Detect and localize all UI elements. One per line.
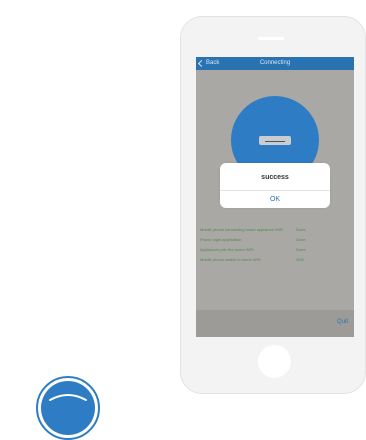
list-item: Mobile phone connecting home appliance W…	[200, 227, 318, 232]
step-status: 30%	[296, 257, 305, 262]
logo-icon	[36, 376, 100, 440]
step-status: Done	[296, 247, 306, 252]
step-status: Done	[296, 237, 306, 242]
step-status: Done	[296, 227, 306, 232]
navigation-bar: Back Connecting	[196, 57, 354, 70]
home-button[interactable]	[258, 345, 291, 378]
list-item: Appliances join the home WiFi Done	[200, 247, 318, 252]
dialog-message: success	[261, 174, 289, 181]
connection-steps-list: Mobile phone connecting home appliance W…	[200, 227, 318, 267]
quit-button[interactable]: Quit	[337, 319, 348, 325]
app-screen: Back Connecting Mobile phone connecting …	[196, 57, 354, 337]
list-item: Phone login application Done	[200, 237, 318, 242]
step-label: Appliances join the home WiFi	[200, 247, 254, 252]
air-conditioner-icon	[259, 136, 291, 145]
page-title: Connecting	[259, 60, 291, 66]
step-label: Mobile phone connecting home appliance W…	[200, 227, 283, 232]
bottom-bar: Quit	[196, 310, 354, 337]
phone-speaker	[258, 37, 284, 40]
ok-button[interactable]: OK	[220, 191, 330, 208]
step-label: Phone login application	[200, 237, 242, 242]
step-label: Mobile phone switch to home WiFi	[200, 257, 261, 262]
success-dialog: success OK	[220, 163, 330, 208]
list-item: Mobile phone switch to home WiFi 30%	[200, 257, 318, 262]
ac-vent-line	[265, 141, 285, 142]
